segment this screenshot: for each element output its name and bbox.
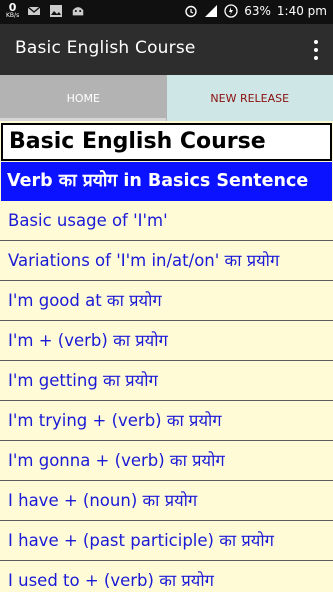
mail-icon xyxy=(27,6,41,15)
status-bar-right: 63% 1:40 pm xyxy=(184,4,327,18)
lesson-item[interactable]: I'm gonna + (verb) का प्रयोग xyxy=(0,441,333,481)
battery-percent: 63% xyxy=(244,4,271,18)
net-speed-indicator: 0 KB/s xyxy=(6,2,19,19)
status-bar-left: 0 KB/s xyxy=(6,2,85,19)
lesson-item[interactable]: I'm + (verb) का प्रयोग xyxy=(0,321,333,361)
battery-icon xyxy=(224,4,238,18)
menu-dot xyxy=(314,40,318,44)
menu-dot xyxy=(314,48,318,52)
course-title: Basic English Course xyxy=(1,123,332,161)
status-time: 1:40 pm xyxy=(276,4,327,18)
lesson-item[interactable]: Variations of 'I'm in/at/on' का प्रयोग xyxy=(0,241,333,281)
lesson-item[interactable]: I used to + (verb) का प्रयोग xyxy=(0,561,333,592)
section-header: Verb का प्रयोग in Basics Sentence xyxy=(1,162,332,201)
android-icon xyxy=(72,6,84,15)
app-title: Basic English Course xyxy=(15,38,196,58)
lesson-item[interactable]: I'm trying + (verb) का प्रयोग xyxy=(0,401,333,441)
more-vert-icon[interactable] xyxy=(311,40,321,60)
alarm-icon xyxy=(185,5,197,18)
status-bar: 0 KB/s 63% 1:40 pm xyxy=(0,0,333,24)
signal-icon xyxy=(205,5,218,17)
tab-home[interactable]: HOME xyxy=(0,75,167,121)
lesson-item[interactable]: Basic usage of 'I'm' xyxy=(0,201,333,241)
tab-new-release[interactable]: NEW RELEASE xyxy=(166,75,333,121)
net-speed-unit: KB/s xyxy=(6,12,20,19)
app-bar: Basic English Course xyxy=(0,24,333,75)
tab-bar: HOME NEW RELEASE xyxy=(0,75,333,121)
image-icon xyxy=(50,4,63,17)
menu-dot xyxy=(314,56,318,60)
lesson-item[interactable]: I'm getting का प्रयोग xyxy=(0,361,333,401)
lesson-item[interactable]: I'm good at का प्रयोग xyxy=(0,281,333,321)
lesson-list: Basic usage of 'I'm' Variations of 'I'm … xyxy=(0,201,333,592)
content-area: Basic English Course Verb का प्रयोग in B… xyxy=(0,121,333,592)
lesson-item[interactable]: I have + (noun) का प्रयोग xyxy=(0,481,333,521)
lesson-item[interactable]: I have + (past participle) का प्रयोग xyxy=(0,521,333,561)
